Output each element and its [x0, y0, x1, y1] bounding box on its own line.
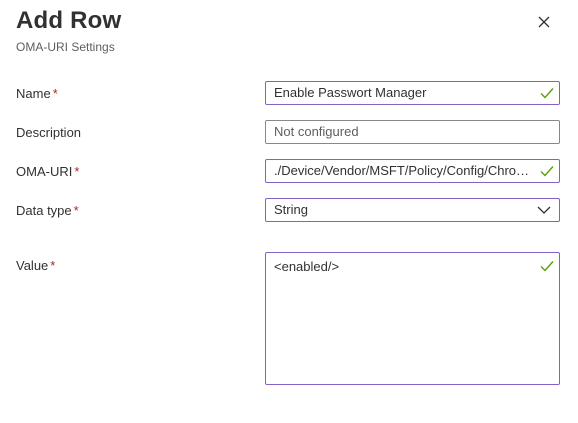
value-textarea-content: <enabled/> [274, 259, 340, 274]
value-label: Value * [16, 257, 55, 275]
data-type-selected-value: String [274, 202, 308, 217]
required-marker: * [73, 203, 79, 218]
panel-header: Add Row OMA-URI Settings [16, 6, 121, 55]
checkmark-icon [540, 166, 554, 177]
description-label: Description [16, 124, 81, 142]
data-type-dropdown[interactable]: String [265, 198, 560, 222]
description-label-text: Description [16, 125, 82, 140]
page-title: Add Row [16, 7, 122, 34]
value-label-text: Value [16, 258, 49, 273]
oma-uri-label: OMA-URI * [16, 163, 79, 181]
checkmark-icon [540, 88, 554, 99]
required-marker: * [50, 258, 56, 273]
required-marker: * [74, 164, 80, 179]
page-subtitle: OMA-URI Settings [16, 40, 115, 54]
data-type-label: Data type * [16, 202, 79, 220]
required-marker: * [52, 86, 58, 101]
chevron-down-icon [537, 206, 551, 214]
data-type-label-text: Data type [16, 203, 72, 218]
oma-uri-label-text: OMA-URI [16, 164, 73, 179]
name-field-value: Enable Passwort Manager [274, 85, 427, 100]
close-button[interactable] [534, 12, 554, 32]
name-field[interactable]: Enable Passwort Manager [265, 81, 560, 105]
value-textarea[interactable]: <enabled/> [265, 252, 560, 385]
close-icon [538, 16, 550, 28]
name-label: Name * [16, 85, 58, 103]
description-field-placeholder: Not configured [274, 124, 359, 139]
name-label-text: Name [16, 86, 51, 101]
description-field[interactable]: Not configured [265, 120, 560, 144]
checkmark-icon [540, 261, 554, 272]
oma-uri-field[interactable]: ./Device/Vendor/MSFT/Policy/Config/Chrom… [265, 159, 560, 183]
oma-uri-field-value: ./Device/Vendor/MSFT/Policy/Config/Chrom… [274, 163, 560, 178]
